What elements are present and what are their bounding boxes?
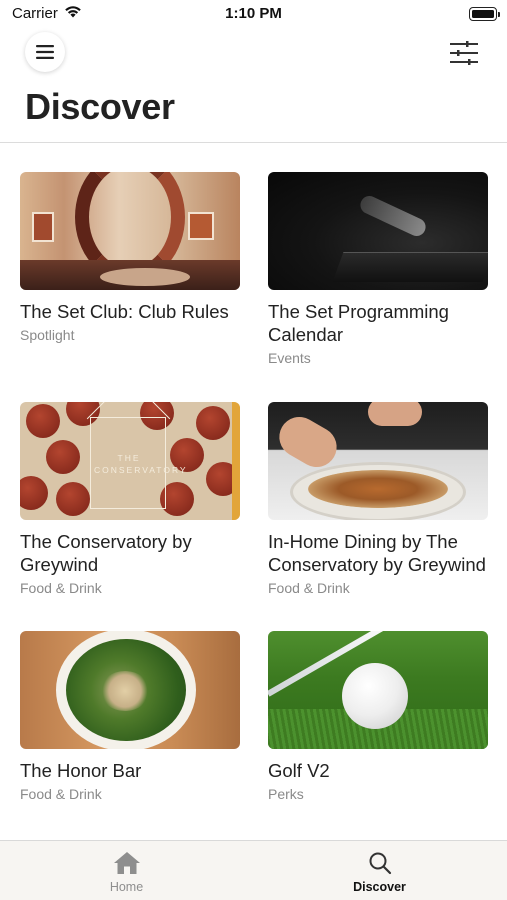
conservatory-logo: THE CONSERVATORY [94,453,188,475]
card-title: In-Home Dining by The Conservatory by Gr… [268,531,486,575]
card-set-club-rules[interactable]: The Set Club: Club Rules Spotlight [20,172,240,343]
dj-hand [357,193,429,239]
tab-label: Discover [353,880,406,894]
dj-deck [332,252,488,282]
card-title: The Set Programming Calendar [268,301,449,345]
card-image [268,631,488,749]
pattern-dot [20,476,48,510]
wall-art [32,212,54,242]
filter-button[interactable] [449,39,479,67]
tab-home[interactable]: Home [0,841,253,900]
card-golf[interactable]: Golf V2 Perks [268,631,488,802]
card-conservatory[interactable]: THE CONSERVATORY The Conservatory by Gre… [20,402,240,596]
pattern-dot [56,482,90,516]
battery-icon [469,7,500,21]
menu-button[interactable] [25,32,65,72]
card-image [20,631,240,749]
card-title: Golf V2 [268,760,330,781]
filter-sliders-icon [450,41,478,65]
card-title: The Conservatory by Greywind [20,531,192,575]
card-image: THE CONSERVATORY [20,402,240,520]
chef-hand [368,402,422,426]
card-category: Food & Drink [268,580,350,596]
tab-label: Home [109,880,144,894]
chef-hand [272,409,344,475]
rug [100,268,190,286]
card-category: Food & Drink [20,786,102,802]
wall-art [188,212,214,240]
card-image [268,172,488,290]
search-icon [369,852,391,875]
card-category: Events [268,350,311,366]
page-title: Discover [25,86,175,127]
card-in-home-dining[interactable]: In-Home Dining by The Conservatory by Gr… [268,402,488,596]
tab-discover[interactable]: Discover [253,841,506,900]
card-image [268,402,488,520]
header-divider [0,142,507,143]
pattern-dot [196,406,230,440]
hamburger-menu-icon [36,45,54,59]
accent-strip [232,402,240,520]
pattern-dot [26,404,60,438]
food [308,470,448,508]
card-category: Spotlight [20,327,75,343]
card-programming-calendar[interactable]: The Set Programming Calendar Events [268,172,488,366]
home-icon [113,852,140,874]
status-time: 1:10 PM [225,5,282,22]
card-honor-bar[interactable]: The Honor Bar Food & Drink [20,631,240,802]
status-bar: Carrier 1:10 PM [0,0,507,30]
card-title: The Honor Bar [20,760,142,781]
card-image [20,172,240,290]
tab-bar: Home Discover [0,840,507,900]
card-category: Food & Drink [20,580,102,596]
pattern-dot [46,440,80,474]
golf-ball [342,663,408,729]
card-title: The Set Club: Club Rules [20,301,229,322]
topping [100,671,150,711]
card-category: Perks [268,786,304,802]
